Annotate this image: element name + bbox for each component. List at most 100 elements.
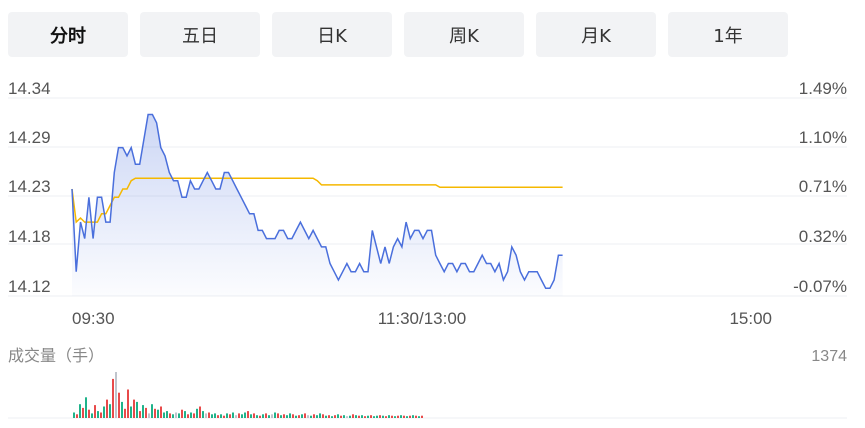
volume-bar (250, 414, 252, 418)
volume-bar (148, 413, 150, 418)
volume-bar (133, 399, 135, 418)
volume-bar (409, 415, 411, 418)
volume-bar (226, 413, 228, 418)
volume-bar (403, 415, 405, 418)
volume-bar (187, 414, 189, 418)
volume-bar (313, 414, 315, 418)
volume-bar (193, 413, 195, 418)
volume-bar (196, 408, 198, 418)
volume-bar (388, 415, 390, 418)
volume-bar (253, 413, 255, 418)
volume-bar (121, 401, 123, 418)
volume-bar (337, 414, 339, 418)
volume-bar (76, 414, 78, 418)
percent-tick-label: 0.32% (799, 227, 847, 246)
volume-bar (178, 413, 180, 418)
volume-bar (106, 399, 108, 418)
volume-bar (340, 415, 342, 418)
volume-bar (376, 415, 378, 418)
volume-bar (367, 415, 369, 418)
time-tick-label: 11:30/13:00 (378, 309, 467, 328)
volume-bar (289, 413, 291, 418)
volume-bar (109, 404, 111, 418)
volume-bar (139, 411, 141, 418)
volume-bar (112, 378, 114, 418)
volume-bar (241, 414, 243, 418)
price-area (72, 114, 563, 296)
volume-bar (325, 415, 327, 418)
volume-bar (259, 415, 261, 418)
price-tick-label: 14.18 (8, 227, 51, 246)
volume-bar (232, 412, 234, 418)
volume-bar (385, 416, 387, 418)
volume-bar (205, 413, 207, 418)
volume-bar (307, 415, 309, 418)
volume-bar (268, 415, 270, 418)
volume-bar (265, 413, 267, 418)
percent-tick-label: 1.49% (799, 79, 847, 98)
volume-bar (421, 415, 423, 418)
volume-bar (151, 404, 153, 418)
volume-bar (286, 415, 288, 418)
volume-bar (190, 412, 192, 418)
volume-bar (127, 389, 129, 418)
volume-bar (262, 414, 264, 418)
volume-bar (295, 415, 297, 418)
price-tick-label: 14.12 (8, 277, 51, 296)
volume-bar (274, 412, 276, 418)
percent-axis: 1.49% 1.10% 0.71% 0.32% -0.07% (793, 79, 847, 296)
volume-bar (319, 413, 321, 418)
volume-bar (406, 416, 408, 418)
volume-bar (412, 415, 414, 418)
volume-bar (238, 413, 240, 418)
price-tick-label: 14.23 (8, 177, 51, 196)
volume-bar (208, 412, 210, 418)
volume-bar (118, 392, 120, 418)
volume-bars (73, 372, 423, 418)
volume-bar (124, 408, 126, 418)
volume-bar (94, 405, 96, 418)
volume-bar (142, 405, 144, 418)
volume-bar (349, 415, 351, 418)
volume-bar (244, 412, 246, 418)
volume-bar (394, 416, 396, 418)
price-axis: 14.34 14.29 14.23 14.18 14.12 (8, 79, 51, 296)
volume-bar (373, 416, 375, 418)
volume-bar (247, 411, 249, 418)
volume-bar (199, 406, 201, 418)
volume-bar (310, 415, 312, 418)
volume-bar (154, 408, 156, 418)
volume-bar (166, 411, 168, 418)
volume-bar (79, 404, 81, 418)
volume-bar (370, 415, 372, 418)
volume-bar (85, 397, 87, 418)
volume-bar (358, 415, 360, 418)
time-tick-label: 09:30 (72, 309, 115, 328)
volume-bar (88, 409, 90, 418)
volume-bar (73, 412, 75, 418)
price-tick-label: 14.34 (8, 79, 51, 98)
volume-bar (418, 416, 420, 418)
percent-tick-label: 0.71% (799, 177, 847, 196)
volume-bar (163, 412, 165, 418)
percent-tick-label: -0.07% (793, 277, 847, 296)
volume-bar (271, 414, 273, 418)
volume-bar (202, 411, 204, 418)
volume-max-label: 1374 (811, 348, 847, 365)
volume-bar (346, 416, 348, 418)
volume-bar (343, 415, 345, 418)
volume-bar (115, 372, 117, 418)
volume-bar (298, 415, 300, 418)
volume-bar (379, 415, 381, 418)
price-tick-label: 14.29 (8, 128, 51, 147)
volume-bar (322, 414, 324, 418)
volume-bar (217, 415, 219, 418)
volume-bar (169, 413, 171, 418)
percent-tick-label: 1.10% (799, 128, 847, 147)
volume-bar (292, 414, 294, 418)
volume-bar (415, 415, 417, 418)
volume-bar (391, 415, 393, 418)
volume-bar (301, 414, 303, 418)
volume-bar (334, 415, 336, 418)
volume-label: 成交量（手） (8, 346, 104, 365)
